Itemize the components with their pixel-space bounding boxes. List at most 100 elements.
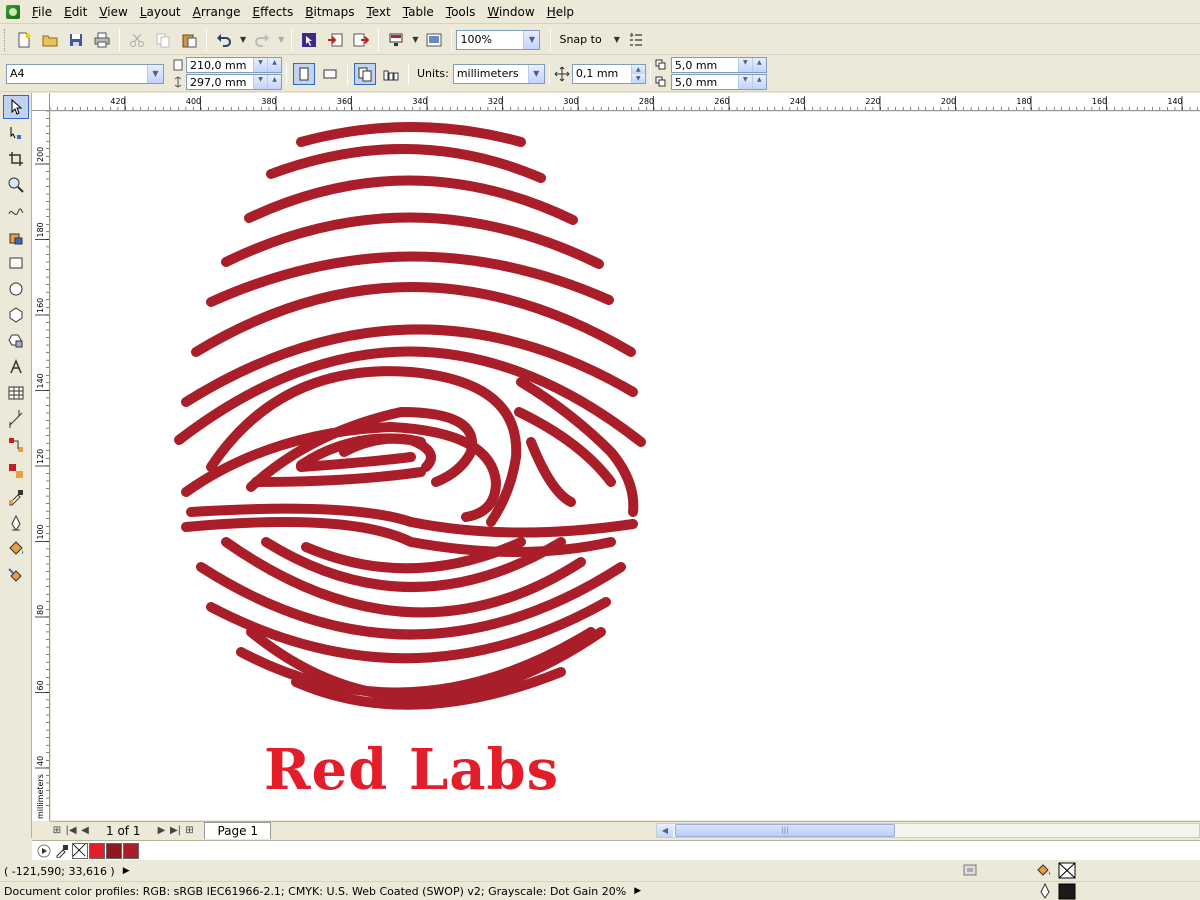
toolbar-grip[interactable] xyxy=(4,28,7,51)
color-swatch-2[interactable] xyxy=(106,842,122,859)
landscape-button[interactable] xyxy=(319,63,341,85)
menu-text[interactable]: Text xyxy=(360,0,396,24)
menu-arrange[interactable]: Arrange xyxy=(187,0,247,24)
print-button[interactable] xyxy=(91,29,113,51)
portrait-button[interactable] xyxy=(293,62,315,85)
app-icon[interactable] xyxy=(6,4,20,19)
menu-tools[interactable]: Tools xyxy=(440,0,482,24)
zoom-level-select[interactable]: 100% ▼ xyxy=(456,29,541,50)
ruler-origin[interactable] xyxy=(32,93,50,111)
fingerprint-graphic[interactable] xyxy=(51,112,671,732)
first-page-icon[interactable]: |◀ xyxy=(64,825,78,836)
units-select[interactable]: millimeters ▼ xyxy=(452,63,545,84)
eyedropper-tool[interactable] xyxy=(3,485,29,509)
color-swatch-1[interactable] xyxy=(89,842,105,859)
application-launcher-button[interactable] xyxy=(385,29,407,51)
scroll-thumb[interactable]: ||| xyxy=(675,824,895,837)
rectangle-tool[interactable] xyxy=(3,251,29,275)
crop-tool[interactable] xyxy=(3,147,29,171)
fill-tool[interactable] xyxy=(3,537,29,561)
status-expand-icon[interactable]: ▶ xyxy=(123,866,130,876)
menu-help[interactable]: Help xyxy=(541,0,580,24)
menu-table[interactable]: Table xyxy=(397,0,440,24)
save-button[interactable] xyxy=(65,29,87,51)
menu-file[interactable]: File xyxy=(26,0,58,24)
fill-indicator-icon[interactable] xyxy=(1036,862,1054,879)
page-height-spinner-up[interactable]: ▲ xyxy=(267,75,281,89)
add-page-after-icon[interactable]: ⊞ xyxy=(182,825,196,836)
duplicate-y-input[interactable]: 5,0 mm ▼ ▲ xyxy=(670,74,767,90)
profiles-expand-icon[interactable]: ▶ xyxy=(634,886,641,896)
smart-fill-tool[interactable] xyxy=(3,225,29,249)
polygon-tool[interactable] xyxy=(3,303,29,327)
page-width-input[interactable]: 210,0 mm ▼ ▲ xyxy=(186,57,282,73)
undo-dropdown-icon[interactable]: ▼ xyxy=(240,35,246,44)
launcher-dropdown-icon[interactable]: ▼ xyxy=(412,35,418,44)
page-size-select[interactable]: A4 ▼ xyxy=(6,63,164,84)
next-page-icon[interactable]: ▶ xyxy=(154,825,168,836)
outline-color-indicator-icon[interactable] xyxy=(1058,883,1076,900)
menu-layout[interactable]: Layout xyxy=(134,0,187,24)
export-button[interactable] xyxy=(350,29,372,51)
paste-button[interactable] xyxy=(178,29,200,51)
last-page-icon[interactable]: ▶| xyxy=(168,825,182,836)
duplicate-x-spinner-up[interactable]: ▲ xyxy=(751,58,766,72)
duplicate-y-spinner-up[interactable]: ▲ xyxy=(751,75,766,89)
menu-edit[interactable]: Edit xyxy=(58,0,93,24)
menu-bitmaps[interactable]: Bitmaps xyxy=(299,0,360,24)
cut-button[interactable] xyxy=(126,29,148,51)
open-button[interactable] xyxy=(39,29,61,51)
redo-dropdown-icon[interactable]: ▼ xyxy=(278,35,284,44)
redo-button[interactable] xyxy=(251,29,273,51)
duplicate-x-input[interactable]: 5,0 mm ▼ ▲ xyxy=(670,57,767,73)
interactive-fill-tool[interactable] xyxy=(3,563,29,587)
new-document-button[interactable] xyxy=(13,29,35,51)
previous-page-icon[interactable]: ◀ xyxy=(78,825,92,836)
options-button[interactable] xyxy=(625,29,647,51)
import-button[interactable] xyxy=(324,29,346,51)
horizontal-ruler[interactable]: 420 400 380 360 340 320 300 280 260 240 220 200 180 1… xyxy=(50,93,1200,111)
outline-pen-indicator-icon[interactable] xyxy=(1036,883,1054,900)
snap-to-button[interactable]: Snap to xyxy=(555,33,605,46)
pick-tool[interactable] xyxy=(3,95,29,119)
zoom-tool[interactable] xyxy=(3,173,29,197)
color-swatch-3[interactable] xyxy=(123,842,139,859)
horizontal-scrollbar[interactable]: ◀ ||| xyxy=(656,823,1200,838)
all-pages-button[interactable] xyxy=(354,62,376,85)
page-tab-1[interactable]: Page 1 xyxy=(204,822,271,839)
page-width-spinner[interactable]: ▼ xyxy=(253,58,267,72)
outline-pen-tool[interactable] xyxy=(3,511,29,535)
text-tool[interactable] xyxy=(3,355,29,379)
current-page-button[interactable] xyxy=(380,63,402,85)
snap-dropdown-icon[interactable]: ▼ xyxy=(614,35,620,44)
search-content-button[interactable] xyxy=(298,29,320,51)
basic-shapes-tool[interactable] xyxy=(3,329,29,353)
no-color-swatch[interactable] xyxy=(72,842,88,859)
scroll-left-arrow-icon[interactable]: ◀ xyxy=(657,824,673,837)
ellipse-tool[interactable] xyxy=(3,277,29,301)
duplicate-y-spinner[interactable]: ▼ xyxy=(737,75,752,89)
page-height-input[interactable]: 297,0 mm ▼ ▲ xyxy=(186,74,282,90)
palette-menu-button[interactable] xyxy=(36,843,52,859)
add-page-before-icon[interactable]: ⊞ xyxy=(50,825,64,836)
menu-effects[interactable]: Effects xyxy=(246,0,299,24)
page-width-spinner-up[interactable]: ▲ xyxy=(267,58,281,72)
menu-window[interactable]: Window xyxy=(481,0,540,24)
palette-eyedropper-button[interactable] xyxy=(54,843,70,859)
undo-button[interactable] xyxy=(213,29,235,51)
color-profiles-text[interactable]: Document color profiles: RGB: sRGB IEC61… xyxy=(4,885,626,898)
dimension-tool[interactable] xyxy=(3,407,29,431)
drawing-canvas[interactable]: Red Labs xyxy=(51,112,1200,820)
freehand-tool[interactable] xyxy=(3,199,29,223)
page-height-spinner[interactable]: ▼ xyxy=(253,75,267,89)
connector-tool[interactable] xyxy=(3,433,29,457)
no-fill-indicator-icon[interactable] xyxy=(1058,862,1076,879)
color-proof-icon[interactable] xyxy=(961,862,979,879)
welcome-screen-button[interactable] xyxy=(423,29,445,51)
nudge-spinner[interactable]: ▲ ▼ xyxy=(630,64,645,83)
shape-tool[interactable] xyxy=(3,121,29,145)
menu-view[interactable]: View xyxy=(93,0,133,24)
table-tool[interactable] xyxy=(3,381,29,405)
duplicate-x-spinner[interactable]: ▼ xyxy=(737,58,752,72)
logo-text-red-labs[interactable]: Red Labs xyxy=(264,737,559,803)
